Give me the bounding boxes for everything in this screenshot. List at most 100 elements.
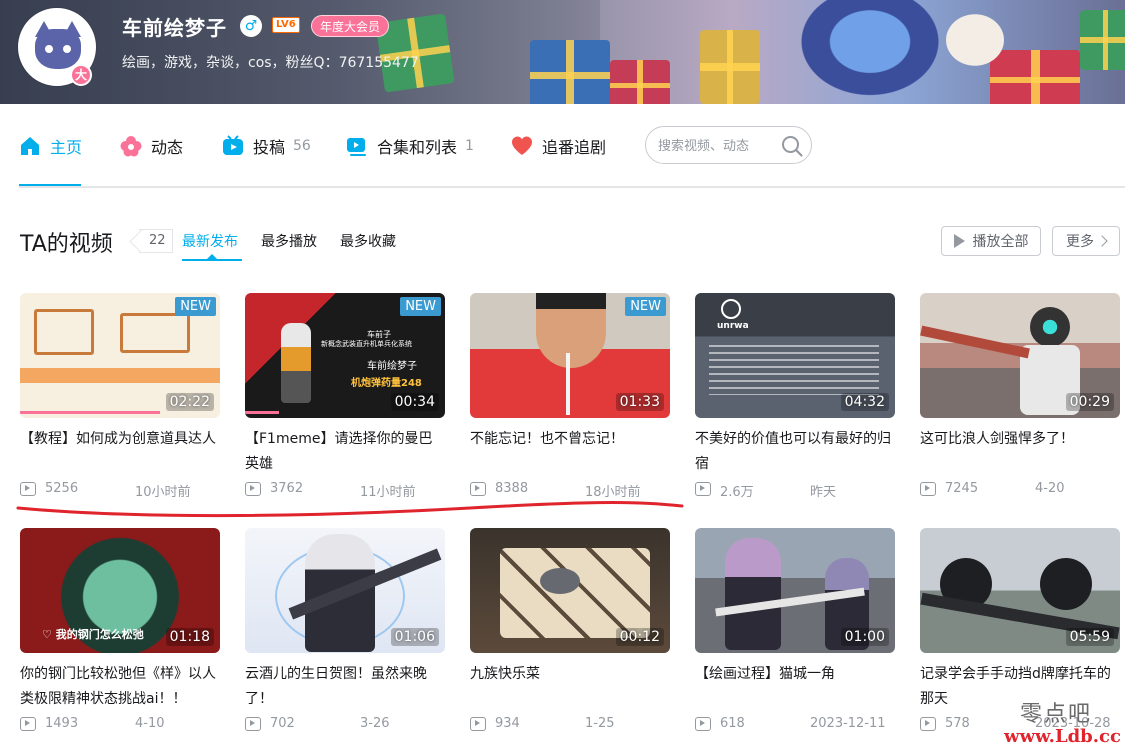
- gender-male-icon: ♂: [240, 15, 262, 37]
- play-count: 3762: [270, 481, 304, 496]
- video-meta: 8388 18小时前: [470, 481, 670, 501]
- play-count-icon: [20, 717, 36, 731]
- video-thumbnail[interactable]: unrwa 04:32: [695, 293, 895, 418]
- play-count-icon: [695, 717, 711, 731]
- nav-tab-bangumi[interactable]: 追番追剧: [511, 104, 606, 188]
- thumbnail-robot: [1030, 307, 1070, 347]
- avatar-cat: [35, 29, 81, 69]
- video-duration: 00:34: [390, 393, 439, 411]
- video-thumbnail[interactable]: ♡ 我的钢门怎么松弛 01:18: [20, 528, 220, 653]
- play-count-icon: [470, 482, 486, 496]
- playlist-icon: [346, 135, 368, 157]
- username[interactable]: 车前绘梦子: [122, 12, 227, 41]
- video-title[interactable]: 不美好的价值也可以有最好的归宿: [695, 427, 895, 477]
- video-card[interactable]: NEW 02:22 【教程】如何成为创意道具达人 5256 10小时前: [20, 293, 220, 501]
- play-count-icon: [920, 717, 936, 731]
- nav-tab-label: 主页: [50, 138, 83, 157]
- gift-decoration: [610, 60, 670, 104]
- nav-tab-collections[interactable]: 合集和列表 1: [346, 104, 474, 188]
- video-duration: 04:32: [840, 393, 889, 411]
- video-count-badge: 22: [139, 229, 173, 253]
- thumbnail-hair: [536, 293, 606, 309]
- sort-tab-most-favorited[interactable]: 最多收藏: [340, 231, 396, 251]
- video-card[interactable]: NEW 01:33 不能忘记！也不曾忘记！ 8388 18小时前: [470, 293, 670, 501]
- video-card[interactable]: ♡ 我的钢门怎么松弛 01:18 你的钢门比较松弛但《样》以人类极限精神状态挑战…: [20, 528, 220, 736]
- vip-badge[interactable]: 年度大会员: [311, 15, 390, 37]
- play-count-icon: [245, 717, 261, 731]
- sort-caret-icon: [207, 254, 217, 259]
- thumbnail-art: [34, 309, 94, 355]
- publish-date: 3-26: [360, 716, 390, 731]
- sort-tab-most-played[interactable]: 最多播放: [261, 231, 317, 251]
- flower-icon: [120, 135, 142, 157]
- video-meta: 618 2023-12-11: [695, 716, 895, 736]
- nav-tab-label: 投稿: [253, 138, 286, 157]
- thumbnail-caption: 车前绘梦子: [367, 361, 417, 372]
- play-count: 1493: [45, 716, 79, 731]
- video-card[interactable]: 00:29 这可比浪人剑强悍多了！ 7245 4-20: [920, 293, 1120, 501]
- nav-tab-home[interactable]: 主页: [19, 104, 82, 188]
- video-title[interactable]: 九族快乐菜: [470, 662, 670, 712]
- video-title[interactable]: 【F1meme】请选择你的曼巴英雄: [245, 427, 445, 477]
- nav-tab-label: 追番追剧: [542, 138, 607, 157]
- video-thumbnail[interactable]: 01:06: [245, 528, 445, 653]
- video-thumbnail[interactable]: NEW 02:22: [20, 293, 220, 418]
- video-card[interactable]: 00:12 九族快乐菜 934 1-25: [470, 528, 670, 736]
- publish-date: 2023-12-11: [810, 716, 886, 731]
- thumbnail-gauge: [1040, 558, 1092, 610]
- video-card[interactable]: 01:06 云酒儿的生日贺图！虽然来晚了！ 702 3-26: [245, 528, 445, 736]
- video-thumbnail[interactable]: NEW 01:33: [470, 293, 670, 418]
- video-thumbnail[interactable]: 00:12: [470, 528, 670, 653]
- level-badge[interactable]: LV6: [272, 17, 300, 33]
- space-search-box[interactable]: [645, 126, 812, 164]
- video-meta: 3762 11小时前: [245, 481, 445, 501]
- search-icon[interactable]: [780, 134, 804, 158]
- chevron-right-icon: [1096, 235, 1108, 247]
- nav-tab-uploads[interactable]: 投稿 56: [222, 104, 311, 188]
- video-duration: 01:33: [615, 393, 664, 411]
- gift-decoration: [1080, 10, 1125, 70]
- avatar-cat-eye: [63, 45, 71, 53]
- play-count-icon: [20, 482, 36, 496]
- new-badge: NEW: [400, 297, 441, 316]
- profile-banner: 大 车前绘梦子 ♂ LV6 年度大会员 绘画，游戏，杂谈，cos，粉丝Q：767…: [0, 0, 1125, 104]
- video-card[interactable]: 车前子 新概念武装直升机单兵化系统 车前绘梦子 机炮弹药量248 NEW 00:…: [245, 293, 445, 501]
- video-title[interactable]: 【教程】如何成为创意道具达人: [20, 427, 220, 477]
- play-count: 934: [495, 716, 520, 731]
- publish-date: 18小时前: [585, 485, 641, 500]
- nav-tab-count: 1: [465, 138, 474, 154]
- video-duration: 01:06: [390, 628, 439, 646]
- play-count: 2.6万: [720, 485, 754, 500]
- play-all-button[interactable]: 播放全部: [941, 226, 1041, 256]
- user-sign: 绘画，游戏，杂谈，cos，粉丝Q：767155477: [122, 55, 419, 71]
- thumbnail-logo: unrwa: [717, 321, 749, 331]
- video-card[interactable]: unrwa 04:32 不美好的价值也可以有最好的归宿 2.6万 昨天: [695, 293, 895, 501]
- video-meta: 5256 10小时前: [20, 481, 220, 501]
- space-search-input[interactable]: [658, 135, 778, 157]
- video-title[interactable]: 这可比浪人剑强悍多了！: [920, 427, 1120, 477]
- plush-bunny-figure: [930, 0, 1020, 80]
- video-duration: 00:29: [1065, 393, 1114, 411]
- anime-character-figure: [790, 0, 950, 104]
- video-thumbnail[interactable]: 车前子 新概念武装直升机单兵化系统 车前绘梦子 机炮弹药量248 NEW 00:…: [245, 293, 445, 418]
- video-title[interactable]: 你的钢门比较松弛但《样》以人类极限精神状态挑战ai！！: [20, 662, 220, 712]
- video-title[interactable]: 【绘画过程】猫城一角: [695, 662, 895, 712]
- sort-active-indicator: [182, 259, 242, 261]
- play-icon: [953, 234, 965, 248]
- video-title[interactable]: 云酒儿的生日贺图！虽然来晚了！: [245, 662, 445, 712]
- video-thumbnail[interactable]: 05:59: [920, 528, 1120, 653]
- thumbnail-blade: [920, 325, 1030, 359]
- video-title[interactable]: 不能忘记！也不曾忘记！: [470, 427, 670, 477]
- watermark-url: www.Ldb.cc: [1004, 726, 1121, 747]
- video-thumbnail[interactable]: 00:29: [920, 293, 1120, 418]
- video-thumbnail[interactable]: 01:00: [695, 528, 895, 653]
- nav-tab-dynamic[interactable]: 动态: [120, 104, 183, 188]
- publish-date: 11小时前: [360, 485, 416, 500]
- nav-tab-label: 动态: [151, 138, 184, 157]
- thumbnail-caption: 机炮弹药量248: [351, 378, 422, 389]
- sort-tab-latest[interactable]: 最新发布: [182, 231, 238, 251]
- more-button[interactable]: 更多: [1052, 226, 1120, 256]
- video-card[interactable]: 01:00 【绘画过程】猫城一角 618 2023-12-11: [695, 528, 895, 736]
- play-count-icon: [245, 482, 261, 496]
- thumbnail-caption: ♡ 我的钢门怎么松弛: [42, 628, 144, 641]
